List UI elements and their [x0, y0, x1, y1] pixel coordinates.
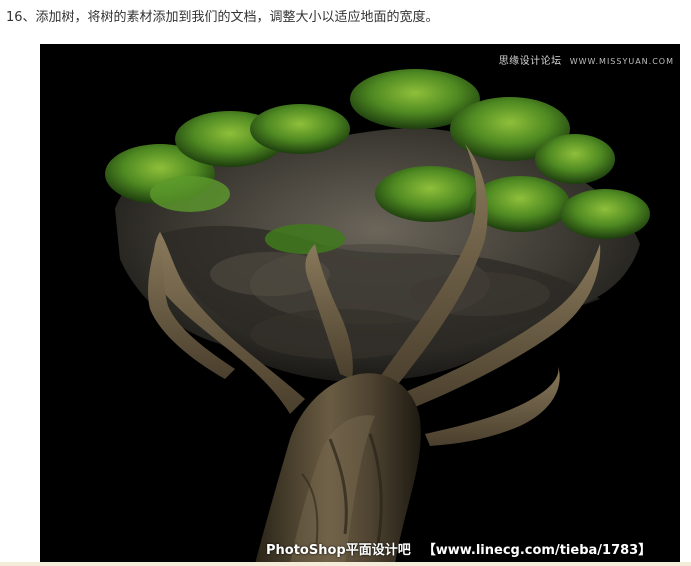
watermark-bottom: PhotoShop平面设计吧 【www.linecg.com/tieba/1783…	[266, 539, 651, 558]
tree-material-image: 思缘设计论坛 WWW.MISSYUAN.COM PhotoShop平面设计吧 【ww…	[40, 44, 680, 564]
page-bottom-divider	[0, 562, 691, 566]
watermark-bottom-site: PhotoShop平面设计吧	[266, 543, 411, 558]
watermark-top: 思缘设计论坛 WWW.MISSYUAN.COM	[499, 52, 674, 67]
tree-illustration	[105, 69, 650, 564]
tree-trunk	[255, 373, 421, 564]
step-instruction-text: 16、添加树，将树的素材添加到我们的文档，调整大小以适应地面的宽度。	[6, 10, 439, 25]
watermark-top-cn: 思缘设计论坛	[498, 56, 562, 67]
watermark-bottom-url: 【www.linecg.com/tieba/1783】	[422, 543, 652, 558]
watermark-top-url: WWW.MISSYUAN.COM	[569, 57, 674, 66]
